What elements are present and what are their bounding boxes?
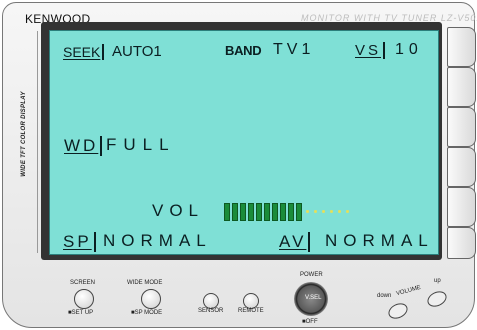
volume-segment-filled bbox=[256, 203, 262, 221]
sensor-label: SENSOR bbox=[198, 308, 224, 314]
volume-segment-empty bbox=[330, 210, 333, 213]
volume-segment-filled bbox=[240, 203, 246, 221]
seek-label: SEEK bbox=[63, 44, 105, 60]
volume-segment-filled bbox=[224, 203, 230, 221]
volume-level-bar bbox=[224, 203, 374, 221]
volume-up-button[interactable] bbox=[424, 288, 450, 310]
volume-segment-empty bbox=[322, 210, 325, 213]
side-panel: WIDE TFT COLOR DISPLAY bbox=[11, 31, 38, 253]
volume-segment-empty bbox=[346, 210, 349, 213]
side-button-6[interactable] bbox=[447, 227, 476, 259]
screen-button[interactable] bbox=[74, 289, 94, 309]
wd-value: FULL bbox=[106, 135, 176, 154]
wide-mode-button-label: WIDE MODE bbox=[127, 280, 163, 286]
volume-down-button[interactable] bbox=[385, 300, 411, 322]
off-label: ■OFF bbox=[302, 319, 318, 325]
control-panel: SCREEN ■SET UP WIDE MODE ■SP MODE SENSOR… bbox=[0, 262, 473, 326]
volume-segment-filled bbox=[288, 203, 294, 221]
screen-button-label: SCREEN bbox=[70, 280, 96, 286]
band-label: BAND bbox=[225, 43, 262, 58]
volume-segment-filled bbox=[280, 203, 286, 221]
volume-up-label: up bbox=[434, 278, 441, 284]
av-value: NORMAL bbox=[325, 231, 434, 250]
av-label: AV bbox=[279, 232, 311, 252]
wd-label: WD bbox=[64, 136, 103, 156]
side-button-4[interactable] bbox=[447, 147, 476, 187]
band-value: TV1 bbox=[273, 41, 315, 58]
volume-down-label: down bbox=[377, 293, 392, 299]
volume-label: VOL bbox=[152, 201, 205, 220]
volume-segment-filled bbox=[272, 203, 278, 221]
side-button-2[interactable] bbox=[447, 67, 476, 107]
power-label: POWER bbox=[300, 272, 323, 278]
right-button-column bbox=[447, 27, 477, 259]
volume-segment-empty bbox=[338, 210, 341, 213]
sp-label: SP bbox=[63, 232, 96, 252]
side-label: WIDE TFT COLOR DISPLAY bbox=[21, 91, 27, 177]
sp-mode-label: ■SP MODE bbox=[131, 310, 163, 316]
volume-segment-filled bbox=[248, 203, 254, 221]
vs-value: 10 bbox=[395, 41, 423, 58]
volume-segment-filled bbox=[232, 203, 238, 221]
volume-control-label: VOLUME bbox=[395, 284, 422, 298]
sp-value: NORMAL bbox=[103, 231, 212, 250]
volume-segment-empty bbox=[314, 210, 317, 213]
volume-segment-empty bbox=[306, 210, 309, 213]
side-button-5[interactable] bbox=[447, 187, 476, 227]
remote-label: REMOTE bbox=[238, 308, 264, 314]
remote-indicator bbox=[243, 293, 259, 309]
vsel-label: V.SEL bbox=[305, 295, 322, 301]
setup-label: ■SET UP bbox=[68, 310, 94, 316]
volume-segment-filled bbox=[296, 203, 302, 221]
vs-label: VS bbox=[355, 42, 386, 59]
wide-mode-button[interactable] bbox=[141, 289, 161, 309]
volume-segment-filled bbox=[264, 203, 270, 221]
seek-value: AUTO1 bbox=[112, 43, 162, 60]
side-button-3[interactable] bbox=[447, 107, 476, 147]
sensor-indicator bbox=[203, 293, 219, 309]
lcd-screen: SEEK AUTO1 BAND TV1 VS 10 WD FULL VOL SP… bbox=[49, 30, 439, 255]
side-button-1[interactable] bbox=[447, 27, 476, 67]
